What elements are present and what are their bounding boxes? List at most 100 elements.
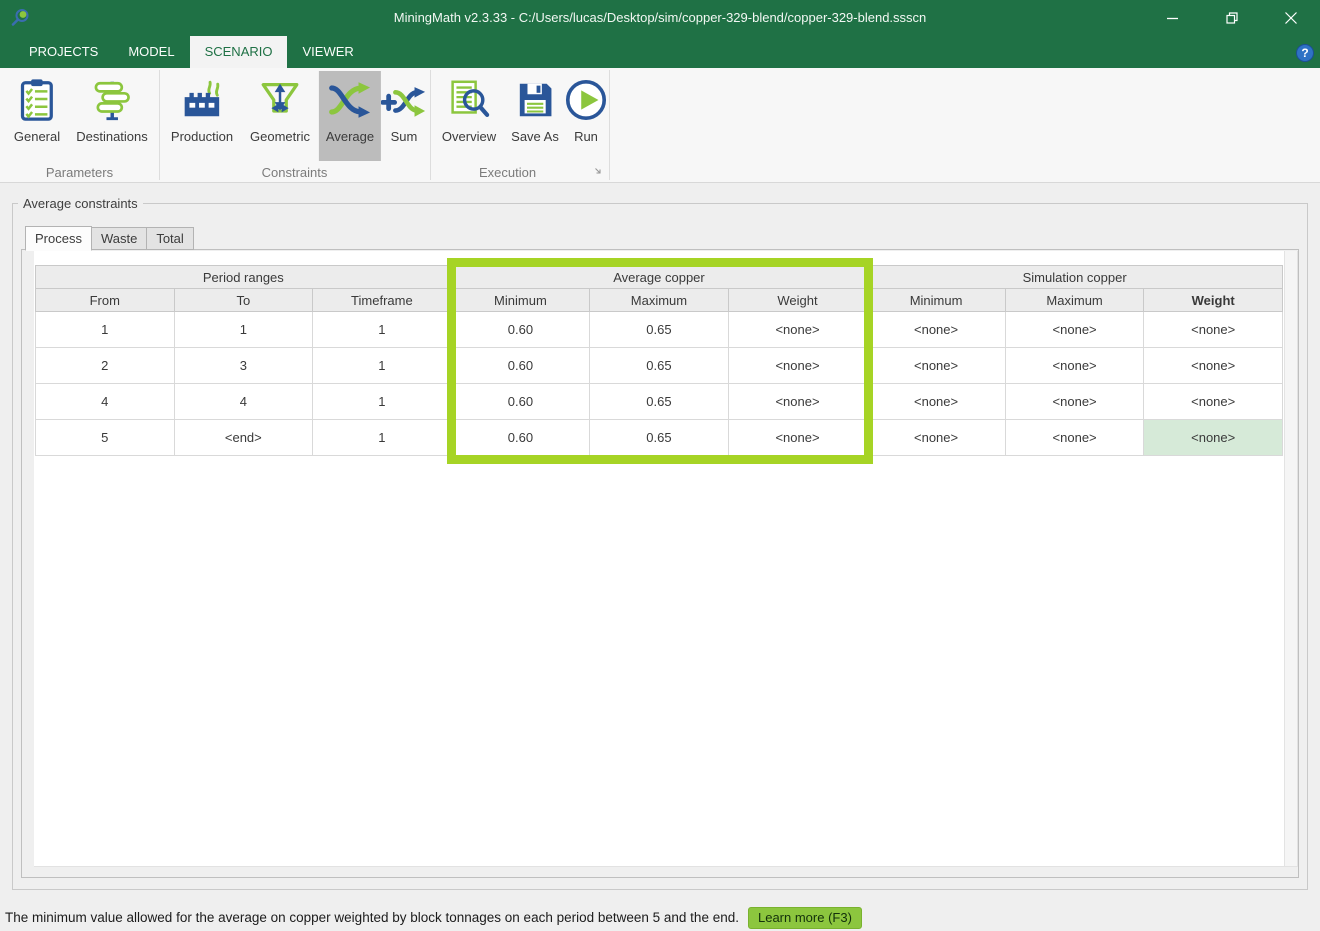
tab-waste[interactable]: Waste <box>92 227 147 250</box>
table-cell[interactable]: <none> <box>1005 312 1144 348</box>
group-label-constraints: Constraints <box>159 165 430 180</box>
table-cell[interactable]: 3 <box>174 348 313 384</box>
col-header-to[interactable]: To <box>174 289 313 312</box>
table-cell[interactable]: <none> <box>1005 348 1144 384</box>
ribbon-separator <box>430 70 431 180</box>
table-cell[interactable]: 1 <box>313 348 452 384</box>
overview-button[interactable]: Overview <box>435 71 503 161</box>
ribbon-toolbar: General Destinations <box>0 68 1320 183</box>
col-header-sim-maximum[interactable]: Maximum <box>1005 289 1144 312</box>
table-cell[interactable]: <none> <box>728 312 867 348</box>
menubar: PROJECTS MODEL SCENARIO VIEWER <box>0 36 1320 68</box>
general-button[interactable]: General <box>7 71 67 161</box>
funnel-arrow-icon <box>257 77 303 123</box>
table-cell[interactable]: 0.60 <box>451 420 590 456</box>
restore-icon[interactable] <box>1202 0 1261 36</box>
help-icon[interactable]: ? <box>1296 44 1314 62</box>
plus-crossed-arrows-icon <box>381 77 427 123</box>
constraint-tabs: Process Waste Total <box>25 225 194 250</box>
menu-tab-scenario[interactable]: SCENARIO <box>190 36 288 68</box>
production-button[interactable]: Production <box>164 71 240 161</box>
table-cell[interactable]: <none> <box>867 312 1006 348</box>
table-cell[interactable]: 0.65 <box>590 384 729 420</box>
table-cell[interactable]: <none> <box>1144 348 1283 384</box>
table-cell[interactable]: 0.65 <box>590 312 729 348</box>
play-circle-icon <box>563 77 609 123</box>
table-cell[interactable]: 2 <box>36 348 175 384</box>
ribbon-separator <box>159 70 160 180</box>
tab-process[interactable]: Process <box>25 226 92 251</box>
average-label: Average <box>326 129 374 144</box>
destinations-button[interactable]: Destinations <box>69 71 155 161</box>
table-cell[interactable]: <none> <box>867 348 1006 384</box>
table-cell[interactable]: 0.65 <box>590 420 729 456</box>
close-icon[interactable] <box>1261 0 1320 36</box>
signpost-icon <box>89 77 135 123</box>
tab-total[interactable]: Total <box>147 227 193 250</box>
sum-button[interactable]: Sum <box>374 71 434 161</box>
col-header-sim-weight[interactable]: Weight <box>1144 289 1283 312</box>
save-as-label: Save As <box>511 129 559 144</box>
titlebar: MiningMath v2.3.33 - C:/Users/lucas/Desk… <box>0 0 1320 36</box>
destinations-label: Destinations <box>76 129 148 144</box>
sum-label: Sum <box>391 129 418 144</box>
process-tab-pane: Period ranges Average copper Simulation … <box>21 249 1299 878</box>
table-cell[interactable]: 0.65 <box>590 348 729 384</box>
constraints-table-body: 1110.600.65<none><none><none><none>2310.… <box>36 312 1283 456</box>
table-cell[interactable]: <none> <box>1005 420 1144 456</box>
group-header-period-ranges: Period ranges <box>36 266 452 289</box>
clipboard-checklist-icon <box>14 77 60 123</box>
minimize-icon[interactable] <box>1143 0 1202 36</box>
menu-tab-projects[interactable]: PROJECTS <box>14 36 113 68</box>
run-button[interactable]: Run <box>556 71 616 161</box>
overview-label: Overview <box>442 129 496 144</box>
menu-tab-viewer[interactable]: VIEWER <box>287 36 368 68</box>
table-cell[interactable]: 4 <box>36 384 175 420</box>
col-header-avg-weight[interactable]: Weight <box>728 289 867 312</box>
col-header-sim-minimum[interactable]: Minimum <box>867 289 1006 312</box>
table-cell[interactable]: <none> <box>1144 384 1283 420</box>
table-row: 4410.600.65<none><none><none><none> <box>36 384 1283 420</box>
table-cell[interactable]: <none> <box>867 384 1006 420</box>
table-cell[interactable]: 4 <box>174 384 313 420</box>
table-cell[interactable]: 1 <box>313 384 452 420</box>
table-cell[interactable]: <none> <box>1144 312 1283 348</box>
table-cell[interactable]: 1 <box>174 312 313 348</box>
table-cell[interactable]: <none> <box>867 420 1006 456</box>
constraints-table-view: Period ranges Average copper Simulation … <box>34 251 1298 867</box>
table-cell[interactable]: 5 <box>36 420 175 456</box>
vertical-scrollbar[interactable] <box>1284 251 1297 866</box>
table-cell[interactable]: <end> <box>174 420 313 456</box>
status-message: The minimum value allowed for the averag… <box>5 910 739 925</box>
table-cell[interactable]: <none> <box>1144 420 1283 456</box>
table-cell[interactable]: 1 <box>36 312 175 348</box>
table-cell[interactable]: <none> <box>728 420 867 456</box>
col-header-timeframe[interactable]: Timeframe <box>313 289 452 312</box>
group-label-parameters: Parameters <box>0 165 159 180</box>
group-header-simulation-copper: Simulation copper <box>867 266 1283 289</box>
table-cell[interactable]: 0.60 <box>451 312 590 348</box>
table-header: Period ranges Average copper Simulation … <box>36 266 1283 312</box>
statusbar: The minimum value allowed for the averag… <box>0 904 1320 931</box>
geometric-label: Geometric <box>250 129 310 144</box>
table-cell[interactable]: 0.60 <box>451 348 590 384</box>
column-header-row: From To Timeframe Minimum Maximum Weight… <box>36 289 1283 312</box>
col-header-avg-maximum[interactable]: Maximum <box>590 289 729 312</box>
learn-more-button[interactable]: Learn more (F3) <box>748 907 862 929</box>
col-header-from[interactable]: From <box>36 289 175 312</box>
menu-tab-model[interactable]: MODEL <box>113 36 189 68</box>
table-cell[interactable]: <none> <box>728 348 867 384</box>
window-title: MiningMath v2.3.33 - C:/Users/lucas/Desk… <box>0 0 1320 36</box>
table-cell[interactable]: 1 <box>313 312 452 348</box>
geometric-button[interactable]: Geometric <box>243 71 317 161</box>
average-button[interactable]: Average <box>319 71 381 161</box>
groupbox-title: Average constraints <box>18 196 143 211</box>
execution-dialog-launcher-icon[interactable] <box>594 167 602 178</box>
table-row: 1110.600.65<none><none><none><none> <box>36 312 1283 348</box>
table-cell[interactable]: 1 <box>313 420 452 456</box>
run-label: Run <box>574 129 598 144</box>
table-cell[interactable]: <none> <box>728 384 867 420</box>
table-cell[interactable]: <none> <box>1005 384 1144 420</box>
table-cell[interactable]: 0.60 <box>451 384 590 420</box>
col-header-avg-minimum[interactable]: Minimum <box>451 289 590 312</box>
